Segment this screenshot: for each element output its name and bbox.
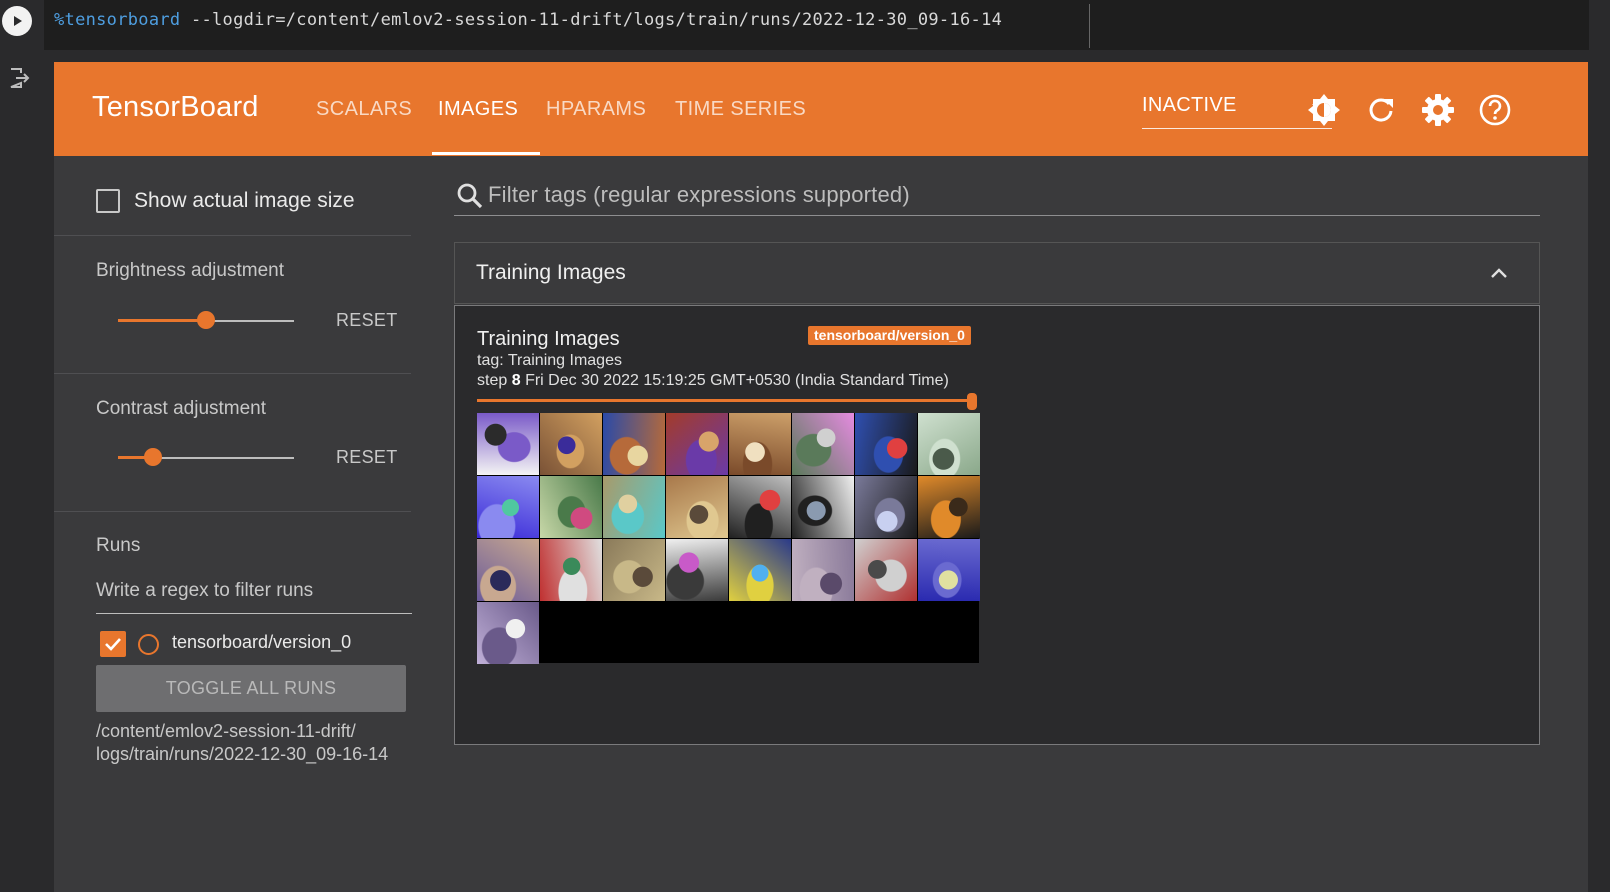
tag-filter-input[interactable]: Filter tags (regular expressions support… <box>454 174 1540 216</box>
training-image-tile <box>540 413 602 475</box>
output-exit-icon[interactable] <box>7 66 31 90</box>
brightness-slider-fill <box>118 319 206 322</box>
settings-gear-icon[interactable] <box>1420 92 1456 128</box>
image-step-line: step 8 Fri Dec 30 2022 15:19:25 GMT+0530… <box>477 372 949 390</box>
code-line: %tensorboard --logdir=/content/emlov2-se… <box>54 10 1002 30</box>
training-image-tile <box>792 539 854 601</box>
toggle-all-runs-button[interactable]: TOGGLE ALL RUNS <box>96 665 406 712</box>
step-number: 8 <box>511 372 521 389</box>
divider <box>54 511 411 512</box>
reload-status-dropdown[interactable]: INACTIVE <box>1142 94 1332 129</box>
brand-title: TensorBoard <box>92 91 259 123</box>
code-magic-command: %tensorboard <box>54 10 181 30</box>
logdir-line: /content/emlov2-session-11-drift/ <box>96 721 356 741</box>
brightness-label: Brightness adjustment <box>96 260 284 281</box>
training-image-tile <box>792 413 854 475</box>
code-editor[interactable]: %tensorboard --logdir=/content/emlov2-se… <box>44 0 1589 50</box>
card-group-title: Training Images <box>476 261 626 284</box>
help-icon[interactable] <box>1477 92 1513 128</box>
training-image-tile <box>855 476 917 538</box>
tab-time-series[interactable]: TIME SERIES <box>675 98 806 121</box>
image-tag-line: tag: Training Images <box>477 352 622 369</box>
divider <box>54 235 411 236</box>
run-color-picker[interactable] <box>138 634 159 655</box>
training-image-tile <box>729 539 791 601</box>
divider <box>54 373 411 374</box>
search-icon <box>457 183 483 209</box>
training-image-tile <box>666 476 728 538</box>
refresh-icon[interactable] <box>1363 92 1399 128</box>
status-value: INACTIVE <box>1142 94 1237 116</box>
training-image-tile <box>729 413 791 475</box>
run-checkbox[interactable] <box>100 631 126 657</box>
training-image-tile <box>918 539 980 601</box>
runs-filter-input[interactable]: Write a regex to filter runs <box>96 580 412 614</box>
tab-hparams[interactable]: HPARAMS <box>546 98 646 121</box>
training-image-tile <box>477 539 539 601</box>
training-image-tile <box>666 539 728 601</box>
training-images-grid[interactable] <box>477 413 980 664</box>
contrast-label: Contrast adjustment <box>96 398 267 419</box>
training-image-tile <box>540 476 602 538</box>
logdir-path: /content/emlov2-session-11-drift/ logs/t… <box>96 720 416 766</box>
tensorboard-frame: TensorBoard SCALARS IMAGES HPARAMS TIME … <box>54 62 1588 892</box>
run-cell-button[interactable] <box>2 6 32 36</box>
training-image-tile <box>603 476 665 538</box>
top-app-bar: TensorBoard SCALARS IMAGES HPARAMS TIME … <box>54 62 1588 156</box>
step-slider-track[interactable] <box>477 399 975 402</box>
tag-filter-placeholder: Filter tags (regular expressions support… <box>488 182 910 207</box>
training-image-tile <box>603 539 665 601</box>
notebook-cell: %tensorboard --logdir=/content/emlov2-se… <box>0 0 1610 50</box>
brightness-reset-button[interactable]: RESET <box>336 310 398 331</box>
tab-images[interactable]: IMAGES <box>438 98 518 121</box>
training-image-tile <box>540 539 602 601</box>
training-image-tile <box>855 539 917 601</box>
training-image-tile <box>729 476 791 538</box>
text-cursor <box>1089 4 1090 48</box>
chevron-up-icon[interactable] <box>1489 263 1509 283</box>
image-card-title: Training Images <box>477 328 620 350</box>
training-image-tile <box>666 413 728 475</box>
run-chip: tensorboard/version_0 <box>808 326 971 345</box>
logdir-line: logs/train/runs/2022-12-30_09-16-14 <box>96 744 389 764</box>
step-slider-thumb[interactable] <box>967 393 977 410</box>
training-image-tile <box>792 476 854 538</box>
training-image-tile <box>477 602 539 664</box>
tab-scalars[interactable]: SCALARS <box>316 98 412 121</box>
brightness-icon[interactable] <box>1306 92 1342 128</box>
show-actual-size-label: Show actual image size <box>134 189 355 212</box>
check-icon <box>105 638 121 651</box>
step-prefix: step <box>477 372 508 389</box>
training-image-tile <box>603 413 665 475</box>
code-arguments: --logdir=/content/emlov2-session-11-drif… <box>180 10 1003 30</box>
step-timestamp: Fri Dec 30 2022 15:19:25 GMT+0530 (India… <box>525 372 949 389</box>
card-group-header[interactable]: Training Images <box>454 242 1540 304</box>
training-image-tile <box>918 413 980 475</box>
play-icon <box>14 16 22 26</box>
runs-label: Runs <box>96 535 141 556</box>
active-tab-indicator <box>432 152 540 155</box>
contrast-slider-thumb[interactable] <box>144 448 163 466</box>
brightness-slider-thumb[interactable] <box>197 311 215 329</box>
training-image-tile <box>918 476 980 538</box>
training-image-tile <box>855 413 917 475</box>
run-name: tensorboard/version_0 <box>172 632 352 652</box>
training-image-tile <box>477 413 539 475</box>
contrast-reset-button[interactable]: RESET <box>336 447 398 468</box>
show-actual-size-checkbox[interactable] <box>96 189 120 213</box>
training-image-tile <box>477 476 539 538</box>
